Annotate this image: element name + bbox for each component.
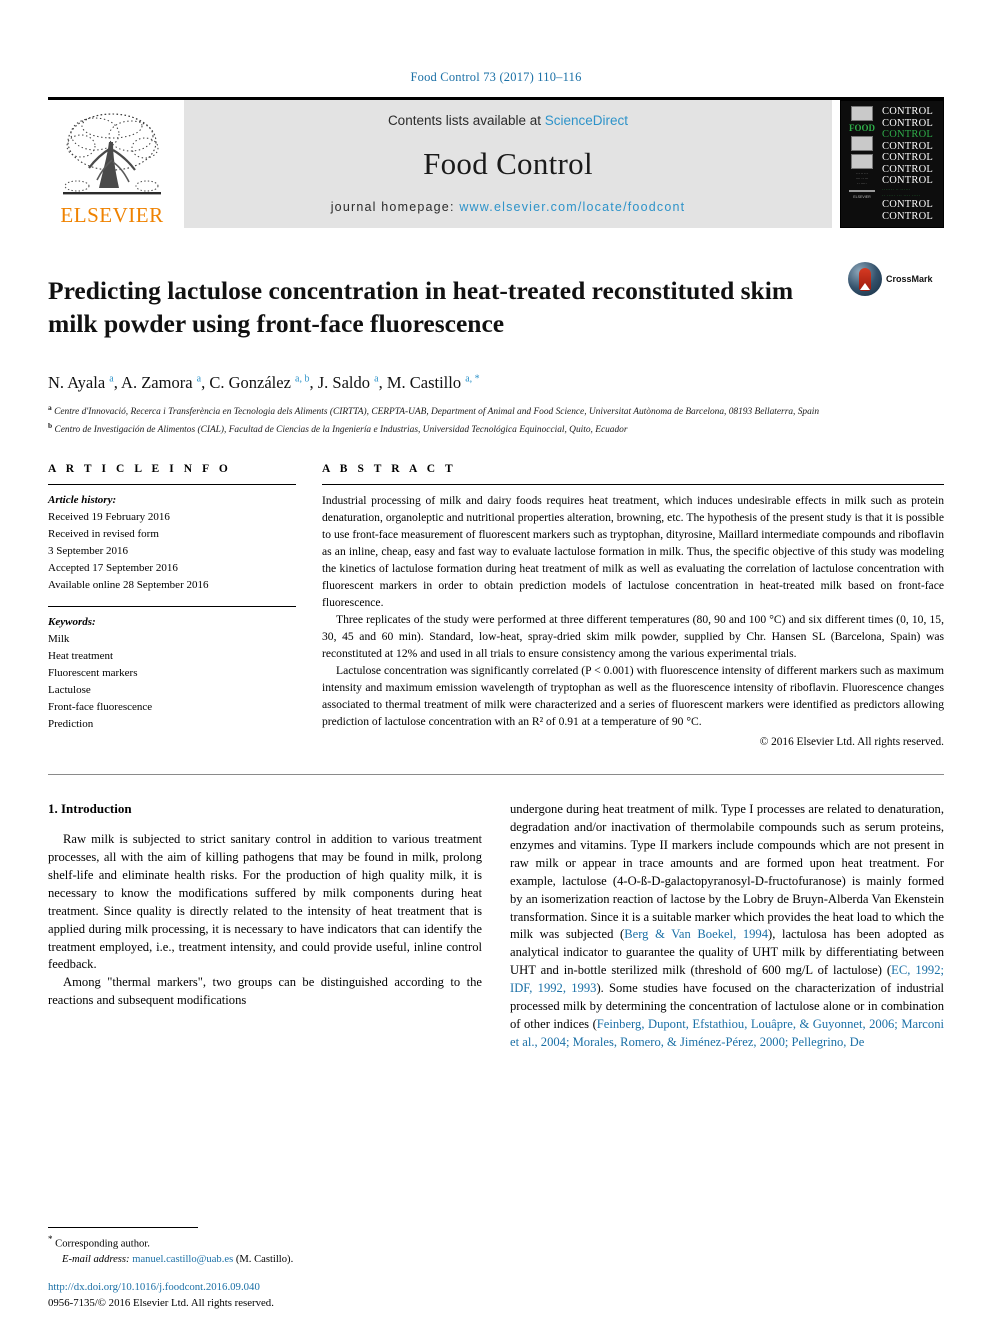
- article-history-label: Article history:: [48, 493, 117, 506]
- contents-available-line: Contents lists available at ScienceDirec…: [184, 113, 832, 128]
- corresponding-author-note: * Corresponding author.: [48, 1233, 478, 1252]
- doi-link[interactable]: http://dx.doi.org/10.1016/j.foodcont.201…: [48, 1279, 508, 1295]
- cover-control-word: CONTROL: [882, 199, 933, 211]
- abstract-body: Industrial processing of milk and dairy …: [322, 492, 944, 730]
- abstract-paragraph: Lactulose concentration was significantl…: [322, 664, 944, 729]
- article-info-column: A R T I C L E I N F O Article history: R…: [48, 463, 296, 748]
- introduction-right-text: undergone during heat treatment of milk.…: [510, 801, 944, 1051]
- cover-left-column: FOOD ··· ·· ··· ···· ·· ··· ·· ····· ELSEV…: [845, 106, 879, 222]
- cover-image-chip: [851, 106, 873, 121]
- keyword-item: Fluorescent markers: [48, 667, 138, 680]
- journal-cover-thumbnail: FOOD ··· ·· ··· ···· ·· ··· ·· ····· ELSEV…: [840, 100, 944, 228]
- citation-link[interactable]: Feinberg, Dupont, Efstathiou, Louâpre, &…: [510, 1017, 944, 1049]
- page-title: Predicting lactulose concentration in he…: [48, 276, 794, 338]
- journal-article-page: Food Control 73 (2017) 110–116 ELSEVIER …: [0, 0, 992, 1323]
- keyword-item: Lactulose: [48, 684, 91, 697]
- keywords-label: Keywords:: [48, 616, 96, 629]
- divider: [322, 483, 944, 485]
- affiliations: a Centre d'Innovació, Recerca i Transfer…: [48, 402, 944, 436]
- citation-link[interactable]: Berg & Van Boekel, 1994: [624, 927, 768, 941]
- abstract-copyright: © 2016 Elsevier Ltd. All rights reserved…: [759, 736, 944, 749]
- running-head: Food Control 73 (2017) 110–116: [410, 70, 582, 84]
- cover-control-word: CONTROL: [882, 106, 933, 117]
- corresponding-label: Corresponding author.: [55, 1238, 150, 1250]
- journal-homepage-link[interactable]: www.elsevier.com/locate/foodcont: [459, 200, 685, 214]
- elsevier-tree-icon: [57, 108, 167, 204]
- cover-food-word: FOOD: [849, 123, 875, 133]
- cover-control-word: CONTROL: [882, 152, 933, 164]
- journal-masthead: ELSEVIER Contents lists available at Sci…: [48, 97, 944, 228]
- abstract-column: A B S T R A C T Industrial processing of…: [322, 463, 944, 748]
- footnote-rule: [48, 1226, 198, 1228]
- cover-publisher-text: ELSEVIER: [853, 194, 871, 199]
- title-row: Predicting lactulose concentration in he…: [48, 258, 944, 357]
- cover-control-word: CONTROL: [882, 210, 933, 222]
- introduction-heading: 1. Introduction: [48, 801, 132, 817]
- history-item: Received 19 February 2016: [48, 510, 170, 523]
- introduction-left-text: Raw milk is subjected to strict sanitary…: [48, 831, 482, 1010]
- section-divider: [48, 774, 944, 776]
- contents-prefix: Contents lists available at: [387, 113, 545, 128]
- affiliation-a: a Centre d'Innovació, Recerca i Transfer…: [48, 403, 820, 418]
- corresponding-marker: *: [48, 1233, 53, 1244]
- body-paragraph: Raw milk is subjected to strict sanitary…: [48, 832, 482, 972]
- keywords-list: Milk Heat treatment Fluorescent markers …: [48, 631, 296, 733]
- cover-image-chip: [851, 136, 873, 151]
- info-abstract-section: A R T I C L E I N F O Article history: R…: [48, 463, 944, 748]
- divider: [48, 606, 296, 608]
- journal-title: Food Control: [423, 146, 593, 181]
- history-item: Received in revised form: [48, 527, 159, 540]
- keyword-item: Prediction: [48, 718, 94, 731]
- sciencedirect-link[interactable]: ScienceDirect: [545, 113, 628, 128]
- cover-control-word: CONTROL: [882, 117, 933, 129]
- cover-subtitle-green: ······· ·· ······ ·· ····· ··· ···· ·····: [882, 186, 921, 198]
- issn-copyright-line: 0956-7135/© 2016 Elsevier Ltd. All right…: [48, 1296, 274, 1309]
- body-paragraph-continued: undergone during heat treatment of milk.…: [510, 802, 945, 1049]
- abstract-paragraph: Three replicates of the study were perfo…: [322, 613, 944, 661]
- abstract-paragraph: Industrial processing of milk and dairy …: [322, 493, 944, 610]
- history-item: Available online 28 September 2016: [48, 579, 209, 592]
- keyword-item: Heat treatment: [48, 650, 114, 663]
- body-column-right: undergone during heat treatment of milk.…: [510, 801, 944, 1051]
- author-list: N. Ayala a, A. Zamora a, C. González a, …: [48, 373, 480, 393]
- affiliation-b: b Centro de Investigación de Alimentos (…: [48, 420, 628, 435]
- body-column-left: 1. Introduction Raw milk is subjected to…: [48, 801, 482, 1051]
- citation-link[interactable]: EC, 1992; IDF, 1992, 1993: [510, 963, 944, 995]
- email-label: E-mail address:: [62, 1253, 130, 1265]
- body-paragraph: Among "thermal markers", two groups can …: [48, 975, 482, 1008]
- crossmark-label: CrossMark: [886, 274, 933, 284]
- email-note: E-mail address: manuel.castillo@uab.es (…: [48, 1252, 478, 1267]
- abstract-heading: A B S T R A C T: [322, 462, 457, 475]
- elsevier-logo: ELSEVIER: [48, 100, 176, 228]
- divider: [48, 483, 296, 485]
- crossmark-icon: [848, 262, 882, 296]
- keyword-item: Front-face fluorescence: [48, 701, 153, 714]
- article-history-list: Received 19 February 2016 Received in re…: [48, 509, 296, 594]
- keyword-item: Milk: [48, 633, 70, 646]
- history-item: Accepted 17 September 2016: [48, 562, 178, 575]
- homepage-prefix: journal homepage:: [330, 200, 460, 214]
- history-item: 3 September 2016: [48, 545, 129, 558]
- elsevier-wordmark: ELSEVIER: [60, 203, 164, 227]
- doi-block: http://dx.doi.org/10.1016/j.foodcont.201…: [48, 1279, 508, 1311]
- cover-right-column: CONTROL CONTROL CONTROL CONTROL CONTROL …: [882, 106, 939, 222]
- cover-control-word-green: CONTROL: [882, 129, 933, 141]
- email-address-link[interactable]: manuel.castillo@uab.es: [132, 1254, 233, 1265]
- body-columns: 1. Introduction Raw milk is subjected to…: [48, 801, 944, 1051]
- footnote-block: * Corresponding author. E-mail address: …: [48, 1226, 478, 1267]
- email-suffix: (M. Castillo).: [235, 1253, 294, 1265]
- journal-homepage-line: journal homepage: www.elsevier.com/locat…: [184, 200, 832, 214]
- cover-divider: [849, 189, 875, 192]
- article-info-heading: A R T I C L E I N F O: [48, 462, 232, 475]
- journal-banner: Contents lists available at ScienceDirec…: [184, 100, 832, 228]
- cover-control-word: CONTROL: [882, 140, 933, 152]
- cover-editor-text: ··· ·· ··· ···· ·· ··· ·· ·····: [855, 172, 869, 186]
- cover-control-word: CONTROL: [882, 175, 933, 187]
- cover-image-chip: [851, 154, 873, 169]
- cover-control-word: CONTROL: [882, 163, 933, 175]
- crossmark-badge-group[interactable]: CrossMark: [848, 258, 944, 296]
